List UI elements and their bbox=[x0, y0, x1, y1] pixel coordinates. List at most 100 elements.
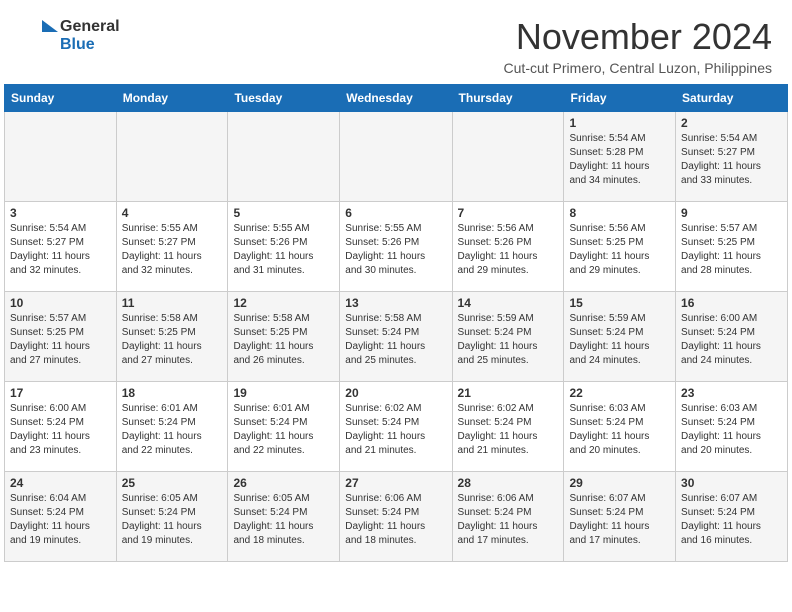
day-info: Sunrise: 5:58 AM Sunset: 5:24 PM Dayligh… bbox=[345, 312, 446, 368]
calendar-cell: 19 Sunrise: 6:01 AM Sunset: 5:24 PM Dayli… bbox=[228, 382, 340, 472]
day-info: Sunrise: 5:57 AM Sunset: 5:25 PM Dayligh… bbox=[10, 312, 111, 368]
day-info: Sunrise: 5:58 AM Sunset: 5:25 PM Dayligh… bbox=[122, 312, 223, 368]
day-info: Sunrise: 5:54 AM Sunset: 5:28 PM Dayligh… bbox=[569, 132, 670, 188]
day-info: Sunrise: 5:59 AM Sunset: 5:24 PM Dayligh… bbox=[569, 312, 670, 368]
day-number: 13 bbox=[345, 296, 446, 310]
calendar-week-4: 17Sunrise: 6:00 AM Sunset: 5:24 PM Dayli… bbox=[5, 382, 788, 472]
calendar-cell: 1 Sunrise: 5:54 AM Sunset: 5:28 PM Daylig… bbox=[564, 112, 676, 202]
month-title: November 2024 bbox=[504, 16, 772, 58]
day-info: Sunrise: 6:04 AM Sunset: 5:24 PM Dayligh… bbox=[10, 492, 111, 548]
day-info: Sunrise: 6:06 AM Sunset: 5:24 PM Dayligh… bbox=[458, 492, 559, 548]
day-number: 22 bbox=[569, 386, 670, 400]
calendar-cell: 26 Sunrise: 6:05 AM Sunset: 5:24 PM Dayli… bbox=[228, 472, 340, 562]
calendar-cell: 16 Sunrise: 6:00 AM Sunset: 5:24 PM Dayli… bbox=[676, 292, 788, 382]
calendar-cell: 9 Sunrise: 5:57 AM Sunset: 5:25 PM Daylig… bbox=[676, 202, 788, 292]
calendar-cell: 17Sunrise: 6:00 AM Sunset: 5:24 PM Dayli… bbox=[5, 382, 117, 472]
logo-general: General bbox=[60, 18, 120, 36]
day-number: 27 bbox=[345, 476, 446, 490]
day-number: 11 bbox=[122, 296, 223, 310]
logo: General Blue bbox=[20, 16, 120, 56]
calendar-cell: 30Sunrise: 6:07 AM Sunset: 5:24 PM Dayli… bbox=[676, 472, 788, 562]
title-block: November 2024 Cut-cut Primero, Central L… bbox=[504, 16, 772, 76]
day-number: 18 bbox=[122, 386, 223, 400]
day-info: Sunrise: 6:05 AM Sunset: 5:24 PM Dayligh… bbox=[122, 492, 223, 548]
day-number: 6 bbox=[345, 206, 446, 220]
day-info: Sunrise: 6:03 AM Sunset: 5:24 PM Dayligh… bbox=[569, 402, 670, 458]
day-info: Sunrise: 6:02 AM Sunset: 5:24 PM Dayligh… bbox=[345, 402, 446, 458]
day-number: 7 bbox=[458, 206, 559, 220]
day-number: 21 bbox=[458, 386, 559, 400]
day-info: Sunrise: 5:55 AM Sunset: 5:26 PM Dayligh… bbox=[233, 222, 334, 278]
day-number: 2 bbox=[681, 116, 782, 130]
calendar-cell bbox=[116, 112, 228, 202]
day-number: 9 bbox=[681, 206, 782, 220]
weekday-header-monday: Monday bbox=[116, 85, 228, 112]
day-info: Sunrise: 6:05 AM Sunset: 5:24 PM Dayligh… bbox=[233, 492, 334, 548]
day-info: Sunrise: 6:00 AM Sunset: 5:24 PM Dayligh… bbox=[10, 402, 111, 458]
calendar-cell: 8 Sunrise: 5:56 AM Sunset: 5:25 PM Daylig… bbox=[564, 202, 676, 292]
calendar-cell bbox=[340, 112, 452, 202]
calendar-cell: 14Sunrise: 5:59 AM Sunset: 5:24 PM Dayli… bbox=[452, 292, 564, 382]
day-info: Sunrise: 6:02 AM Sunset: 5:24 PM Dayligh… bbox=[458, 402, 559, 458]
day-number: 8 bbox=[569, 206, 670, 220]
day-info: Sunrise: 5:57 AM Sunset: 5:25 PM Dayligh… bbox=[681, 222, 782, 278]
calendar-cell: 2Sunrise: 5:54 AM Sunset: 5:27 PM Daylig… bbox=[676, 112, 788, 202]
calendar-cell bbox=[452, 112, 564, 202]
calendar-cell: 24 Sunrise: 6:04 AM Sunset: 5:24 PM Dayli… bbox=[5, 472, 117, 562]
day-number: 20 bbox=[345, 386, 446, 400]
calendar-cell: 18 Sunrise: 6:01 AM Sunset: 5:24 PM Dayli… bbox=[116, 382, 228, 472]
day-number: 4 bbox=[122, 206, 223, 220]
calendar-week-1: 1 Sunrise: 5:54 AM Sunset: 5:28 PM Daylig… bbox=[5, 112, 788, 202]
calendar-week-5: 24 Sunrise: 6:04 AM Sunset: 5:24 PM Dayli… bbox=[5, 472, 788, 562]
day-number: 28 bbox=[458, 476, 559, 490]
logo-blue: Blue bbox=[60, 36, 120, 54]
day-info: Sunrise: 5:55 AM Sunset: 5:27 PM Dayligh… bbox=[122, 222, 223, 278]
calendar-cell: 22 Sunrise: 6:03 AM Sunset: 5:24 PM Dayli… bbox=[564, 382, 676, 472]
calendar-cell: 12 Sunrise: 5:58 AM Sunset: 5:25 PM Dayli… bbox=[228, 292, 340, 382]
day-number: 16 bbox=[681, 296, 782, 310]
logo-svg bbox=[20, 16, 60, 56]
calendar-cell: 28 Sunrise: 6:06 AM Sunset: 5:24 PM Dayli… bbox=[452, 472, 564, 562]
day-number: 19 bbox=[233, 386, 334, 400]
weekday-header-friday: Friday bbox=[564, 85, 676, 112]
day-number: 10 bbox=[10, 296, 111, 310]
calendar-cell: 21 Sunrise: 6:02 AM Sunset: 5:24 PM Dayli… bbox=[452, 382, 564, 472]
calendar-cell: 23 Sunrise: 6:03 AM Sunset: 5:24 PM Dayli… bbox=[676, 382, 788, 472]
weekday-header-sunday: Sunday bbox=[5, 85, 117, 112]
day-info: Sunrise: 6:01 AM Sunset: 5:24 PM Dayligh… bbox=[122, 402, 223, 458]
calendar-cell: 15 Sunrise: 5:59 AM Sunset: 5:24 PM Dayli… bbox=[564, 292, 676, 382]
calendar-cell bbox=[5, 112, 117, 202]
day-info: Sunrise: 6:00 AM Sunset: 5:24 PM Dayligh… bbox=[681, 312, 782, 368]
calendar-cell: 10 Sunrise: 5:57 AM Sunset: 5:25 PM Dayli… bbox=[5, 292, 117, 382]
day-number: 5 bbox=[233, 206, 334, 220]
day-info: Sunrise: 6:03 AM Sunset: 5:24 PM Dayligh… bbox=[681, 402, 782, 458]
day-info: Sunrise: 5:56 AM Sunset: 5:25 PM Dayligh… bbox=[569, 222, 670, 278]
day-number: 3 bbox=[10, 206, 111, 220]
day-info: Sunrise: 5:59 AM Sunset: 5:24 PM Dayligh… bbox=[458, 312, 559, 368]
calendar-week-2: 3 Sunrise: 5:54 AM Sunset: 5:27 PM Daylig… bbox=[5, 202, 788, 292]
day-number: 29 bbox=[569, 476, 670, 490]
day-number: 1 bbox=[569, 116, 670, 130]
calendar-cell: 11 Sunrise: 5:58 AM Sunset: 5:25 PM Dayli… bbox=[116, 292, 228, 382]
logo-graphic bbox=[20, 16, 60, 56]
calendar-cell bbox=[228, 112, 340, 202]
calendar-header-row: SundayMondayTuesdayWednesdayThursdayFrid… bbox=[5, 85, 788, 112]
weekday-header-saturday: Saturday bbox=[676, 85, 788, 112]
day-number: 26 bbox=[233, 476, 334, 490]
day-info: Sunrise: 6:06 AM Sunset: 5:24 PM Dayligh… bbox=[345, 492, 446, 548]
day-number: 23 bbox=[681, 386, 782, 400]
day-info: Sunrise: 6:01 AM Sunset: 5:24 PM Dayligh… bbox=[233, 402, 334, 458]
day-info: Sunrise: 6:07 AM Sunset: 5:24 PM Dayligh… bbox=[569, 492, 670, 548]
calendar-cell: 6 Sunrise: 5:55 AM Sunset: 5:26 PM Daylig… bbox=[340, 202, 452, 292]
logo-inner: General Blue bbox=[20, 16, 120, 56]
day-number: 24 bbox=[10, 476, 111, 490]
calendar-cell: 29 Sunrise: 6:07 AM Sunset: 5:24 PM Dayli… bbox=[564, 472, 676, 562]
calendar-cell: 20 Sunrise: 6:02 AM Sunset: 5:24 PM Dayli… bbox=[340, 382, 452, 472]
day-number: 15 bbox=[569, 296, 670, 310]
day-number: 12 bbox=[233, 296, 334, 310]
day-info: Sunrise: 5:55 AM Sunset: 5:26 PM Dayligh… bbox=[345, 222, 446, 278]
calendar-cell: 25Sunrise: 6:05 AM Sunset: 5:24 PM Dayli… bbox=[116, 472, 228, 562]
day-info: Sunrise: 5:54 AM Sunset: 5:27 PM Dayligh… bbox=[10, 222, 111, 278]
day-info: Sunrise: 5:58 AM Sunset: 5:25 PM Dayligh… bbox=[233, 312, 334, 368]
calendar-week-3: 10 Sunrise: 5:57 AM Sunset: 5:25 PM Dayli… bbox=[5, 292, 788, 382]
